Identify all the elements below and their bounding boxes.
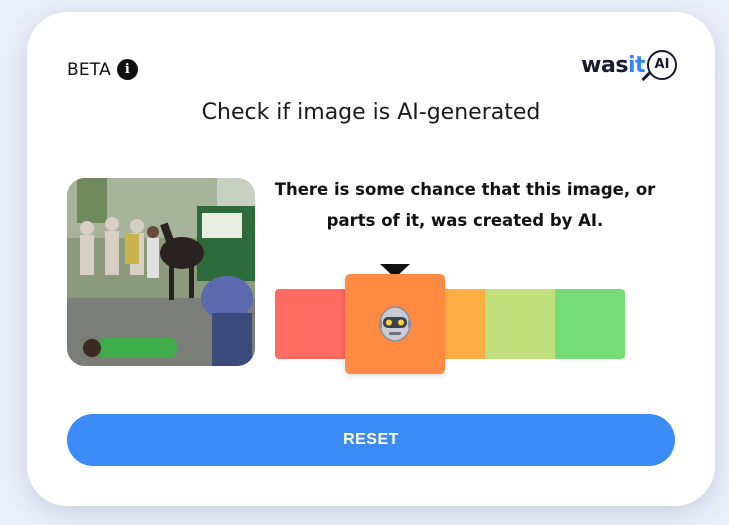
beta-badge: BETA i (67, 59, 138, 80)
likelihood-scale (275, 289, 625, 359)
beta-label: BETA (67, 59, 111, 80)
scale-segment-high (275, 289, 345, 359)
reset-button[interactable]: RESET (67, 414, 675, 466)
logo-text-ai: AI (647, 50, 677, 80)
scale-segment-none (555, 289, 625, 359)
verdict-text: There is some chance that this image, or… (274, 180, 656, 230)
active-scale-segment (345, 274, 445, 374)
logo-text-was: was (581, 52, 628, 78)
wasitai-logo: was it AI (581, 50, 677, 82)
page-title: Check if image is AI-generated (201, 100, 541, 125)
uploaded-image-thumbnail (67, 178, 255, 366)
robot-icon (379, 306, 411, 342)
info-icon[interactable]: i (116, 59, 138, 80)
scale-segment-low (485, 289, 555, 359)
logo-text-it: it (627, 52, 646, 78)
detector-card: BETA i was it AI Check if image is AI-ge… (27, 12, 715, 506)
uploaded-image (67, 178, 255, 366)
magnifier-icon: AI (641, 50, 677, 82)
